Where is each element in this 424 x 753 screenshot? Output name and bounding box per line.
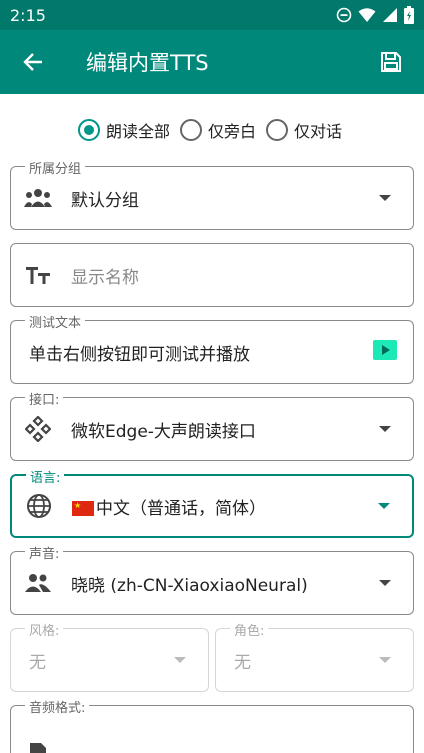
dnd-icon [336,7,352,23]
display-name-placeholder: 显示名称 [71,267,139,288]
dropdown-arrow-icon [379,426,391,432]
dropdown-arrow-icon [379,657,391,663]
dropdown-arrow-icon [379,195,391,201]
radio-label: 朗读全部 [105,122,170,141]
api-icon [23,414,53,444]
signal-icon [383,8,397,22]
test-text-input[interactable]: 测试文本 单击右侧按钮即可测试并播放 [10,312,414,384]
language-value: 中文（普通话，简体） [72,494,378,519]
save-icon [381,52,401,72]
audio-file-icon [23,738,53,753]
save-button[interactable] [370,41,412,83]
voice-value: 晓晓 (zh-CN-XiaoxiaoNeural) [71,575,308,596]
api-label: 接口: [25,389,64,408]
back-button[interactable] [12,41,54,83]
role-label: 角色: [230,620,269,639]
radio-read-all[interactable]: 朗读全部 [77,118,170,142]
display-name-input[interactable]: 显示名称 [10,243,414,307]
voice-label: 声音: [25,543,64,562]
play-button[interactable] [373,340,397,364]
battery-icon [404,6,414,24]
group-dropdown[interactable]: 所属分组 默认分组 [10,158,414,230]
radio-label: 仅对话 [294,122,343,141]
status-icons [336,6,414,24]
dropdown-arrow-icon [378,503,390,509]
api-dropdown[interactable]: 接口: 微软Edge-大声朗读接口 [10,389,414,461]
test-text-label: 测试文本 [25,312,86,331]
text-fields-icon [23,260,53,290]
api-value: 微软Edge-大声朗读接口 [71,421,256,442]
radio-label: 仅旁白 [207,122,256,141]
language-dropdown[interactable]: 语言: 中文（普通话，简体） [10,467,414,538]
style-label: 风格: [25,620,64,639]
app-bar: 编辑内置TTS [0,30,424,94]
read-mode-radio-group: 朗读全部 仅旁白 仅对话 [10,94,414,166]
group-people-icon [23,183,53,213]
group-value: 默认分组 [71,190,139,211]
form: 朗读全部 仅旁白 仅对话 所属分组 默认分组 显示名称 测试文本 单击右侧按钮即… [0,94,424,753]
language-label: 语言: [26,467,65,486]
status-time: 2:15 [10,5,46,25]
page-title: 编辑内置TTS [86,51,209,75]
audio-format-dropdown[interactable]: 音频格式: [10,697,414,753]
wifi-icon [358,8,376,22]
arrow-back-icon [23,53,42,71]
china-flag-icon [72,500,94,516]
test-text-value: 单击右侧按钮即可测试并播放 [29,344,250,365]
radio-unchecked-icon [179,119,202,141]
group-label: 所属分组 [25,158,86,177]
style-dropdown[interactable]: 风格: 无 [10,620,209,692]
play-icon [373,340,397,360]
radio-narration-only[interactable]: 仅旁白 [179,118,256,142]
audio-format-label: 音频格式: [25,697,90,716]
dropdown-arrow-icon [174,657,186,663]
globe-icon [24,491,54,521]
status-bar: 2:15 [0,0,424,30]
role-value: 无 [234,652,251,673]
radio-checked-icon [77,119,100,141]
voice-dropdown[interactable]: 声音: 晓晓 (zh-CN-XiaoxiaoNeural) [10,543,414,615]
radio-dialogue-only[interactable]: 仅对话 [266,118,342,142]
style-value: 无 [29,652,46,673]
dropdown-arrow-icon [379,580,391,586]
radio-unchecked-icon [266,119,288,141]
role-dropdown[interactable]: 角色: 无 [215,620,414,692]
people-icon [23,568,53,598]
style-role-row: 风格: 无 角色: 无 [10,620,414,705]
